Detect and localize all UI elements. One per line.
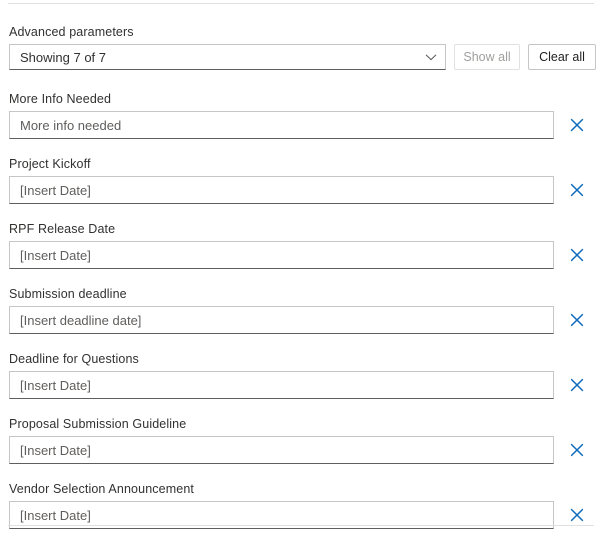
parameter-input[interactable]: [Insert Date] (9, 241, 554, 269)
top-divider (8, 3, 594, 4)
parameter-list: More Info Needed More info needed Projec… (9, 91, 593, 529)
parameter-input-value: [Insert Date] (20, 442, 91, 458)
parameter-group-deadline-for-questions: Deadline for Questions [Insert Date] (9, 351, 593, 399)
parameter-input-value: [Insert Date] (20, 182, 91, 198)
parameter-row: [Insert Date] (9, 176, 593, 204)
remove-parameter-button[interactable] (564, 242, 590, 268)
parameter-input-value: [Insert Date] (20, 247, 91, 263)
close-icon (569, 442, 585, 458)
parameter-input-value: [Insert Date] (20, 377, 91, 393)
advanced-parameters-section: Advanced parameters Showing 7 of 7 Show … (9, 24, 596, 70)
remove-parameter-button[interactable] (564, 177, 590, 203)
parameter-label: Project Kickoff (9, 157, 91, 171)
parameter-row: [Insert deadline date] (9, 306, 593, 334)
parameter-group-vendor-selection-announcement: Vendor Selection Announcement [Insert Da… (9, 481, 593, 529)
parameter-input-value: [Insert deadline date] (20, 312, 142, 328)
close-icon (569, 117, 585, 133)
remove-parameter-button[interactable] (564, 307, 590, 333)
parameter-input[interactable]: [Insert Date] (9, 371, 554, 399)
parameter-input-value: More info needed (20, 117, 122, 133)
advanced-parameters-controls: Showing 7 of 7 Show all Clear all (9, 44, 596, 70)
parameter-input[interactable]: [Insert Date] (9, 436, 554, 464)
parameter-group-more-info-needed: More Info Needed More info needed (9, 91, 593, 139)
parameter-input[interactable]: [Insert Date] (9, 176, 554, 204)
combobox-selected-value: Showing 7 of 7 (20, 49, 107, 65)
parameter-label: Proposal Submission Guideline (9, 417, 187, 431)
parameter-label: Vendor Selection Announcement (9, 482, 195, 496)
show-all-button[interactable]: Show all (454, 44, 520, 70)
advanced-parameters-combobox[interactable]: Showing 7 of 7 (9, 44, 446, 70)
parameter-group-rpf-release-date: RPF Release Date [Insert Date] (9, 221, 593, 269)
close-icon (569, 312, 585, 328)
parameter-row: [Insert Date] (9, 436, 593, 464)
close-icon (569, 507, 585, 523)
parameter-group-submission-deadline: Submission deadline [Insert deadline dat… (9, 286, 593, 334)
remove-parameter-button[interactable] (564, 372, 590, 398)
parameter-input[interactable]: [Insert deadline date] (9, 306, 554, 334)
chevron-down-icon (425, 51, 437, 63)
close-icon (569, 247, 585, 263)
advanced-parameters-panel: Advanced parameters Showing 7 of 7 Show … (0, 0, 602, 534)
clear-all-button[interactable]: Clear all (528, 44, 596, 70)
parameter-input-value: [Insert Date] (20, 507, 91, 523)
parameter-label: Deadline for Questions (9, 352, 139, 366)
advanced-parameters-label: Advanced parameters (9, 25, 134, 39)
remove-parameter-button[interactable] (564, 437, 590, 463)
close-icon (569, 182, 585, 198)
parameter-label: More Info Needed (9, 92, 112, 106)
parameter-row: More info needed (9, 111, 593, 139)
close-icon (569, 377, 585, 393)
parameter-row: [Insert Date] (9, 371, 593, 399)
parameter-label: Submission deadline (9, 287, 127, 301)
parameter-label: RPF Release Date (9, 222, 116, 236)
bottom-divider (8, 525, 594, 526)
parameter-group-proposal-submission-guideline: Proposal Submission Guideline [Insert Da… (9, 416, 593, 464)
remove-parameter-button[interactable] (564, 112, 590, 138)
parameter-group-project-kickoff: Project Kickoff [Insert Date] (9, 156, 593, 204)
parameter-input[interactable]: More info needed (9, 111, 554, 139)
parameter-row: [Insert Date] (9, 241, 593, 269)
